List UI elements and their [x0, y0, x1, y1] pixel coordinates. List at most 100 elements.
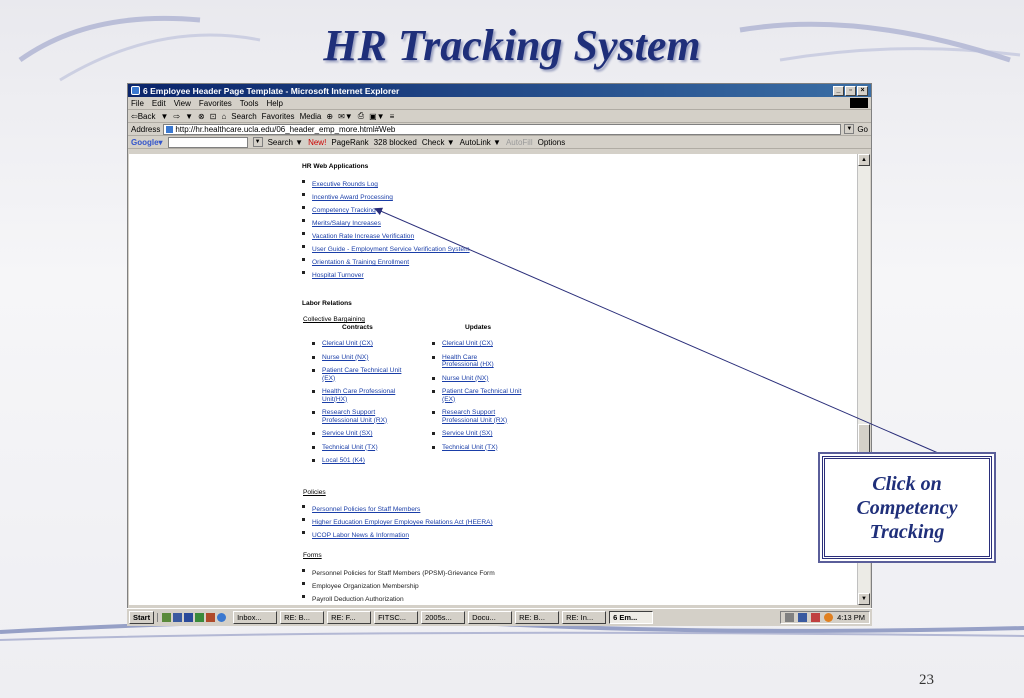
taskbar-item[interactable]: RE: In...: [562, 611, 607, 624]
taskbar-item[interactable]: Docu...: [468, 611, 513, 624]
refresh-icon[interactable]: ⊡: [210, 112, 217, 121]
list-item[interactable]: Executive Rounds Log: [300, 178, 470, 191]
menu-file[interactable]: File: [131, 99, 144, 108]
list-item[interactable]: Personnel Policies for Staff Members (PP…: [300, 567, 495, 580]
menu-view[interactable]: View: [174, 99, 191, 108]
list-item[interactable]: Vacation Rate Increase Verification: [300, 230, 470, 243]
favorites-button[interactable]: Favorites: [262, 112, 295, 121]
google-search-button[interactable]: Search ▼: [268, 138, 304, 147]
form-item[interactable]: Personnel Policies for Staff Members (PP…: [312, 570, 495, 577]
search-button[interactable]: Search: [231, 112, 256, 121]
list-item[interactable]: Research Support Professional Unit (RX): [430, 409, 540, 424]
list-item[interactable]: Competency Tracking: [300, 204, 470, 217]
quick-launch-icon[interactable]: [206, 613, 216, 622]
list-item[interactable]: Nurse Unit (NX): [430, 375, 540, 383]
address-dropdown-icon[interactable]: ▼: [844, 124, 855, 134]
list-item[interactable]: Personnel Policies for Staff Members: [300, 503, 493, 516]
link-hospital-turnover[interactable]: Hospital Turnover: [312, 272, 364, 279]
contract-link[interactable]: Health Care Professional Unit(HX): [322, 388, 400, 403]
link-executive-rounds[interactable]: Executive Rounds Log: [312, 181, 378, 188]
pagerank-indicator[interactable]: PageRank: [331, 138, 368, 147]
quick-launch-icon[interactable]: [173, 613, 183, 622]
list-item[interactable]: Patient Care Technical Unit (EX): [430, 388, 540, 403]
list-item[interactable]: Clerical Unit (CX): [310, 340, 420, 348]
back-button[interactable]: ⇦Back: [131, 112, 156, 121]
link-orientation[interactable]: Orientation & Training Enrollment: [312, 259, 409, 266]
stop-icon[interactable]: ⊗: [198, 112, 205, 121]
quick-launch-icon[interactable]: [184, 613, 194, 622]
contract-link[interactable]: Service Unit (SX): [322, 430, 373, 437]
list-item[interactable]: Technical Unit (TX): [310, 444, 420, 452]
policy-link[interactable]: Higher Education Employer Employee Relat…: [312, 519, 493, 526]
minimize-button[interactable]: _: [833, 85, 844, 96]
list-item[interactable]: Orientation & Training Enrollment: [300, 256, 470, 269]
google-search-input[interactable]: [167, 136, 248, 148]
list-item[interactable]: Nurse Unit (NX): [310, 354, 420, 362]
autofill-button[interactable]: AutoFill: [506, 138, 533, 147]
contract-link[interactable]: Technical Unit (TX): [322, 444, 378, 451]
restore-button[interactable]: ▫: [845, 85, 856, 96]
list-item[interactable]: Health Care Professional (HX): [430, 354, 540, 369]
list-item[interactable]: Health Care Professional Unit(HX): [310, 388, 420, 403]
policy-link[interactable]: Personnel Policies for Staff Members: [312, 506, 420, 513]
list-item[interactable]: Incentive Award Processing: [300, 191, 470, 204]
link-vacation-rate[interactable]: Vacation Rate Increase Verification: [312, 233, 414, 240]
quick-launch-icon[interactable]: [162, 613, 172, 622]
contract-link[interactable]: Research Support Professional Unit (RX): [322, 409, 402, 424]
mail-icon[interactable]: ✉▼: [338, 112, 353, 121]
policy-link[interactable]: UCOP Labor News & Information: [312, 532, 409, 539]
list-item[interactable]: Technical Unit (TX): [430, 444, 540, 452]
taskbar-item[interactable]: RE: B...: [515, 611, 560, 624]
contract-link[interactable]: Clerical Unit (CX): [322, 340, 373, 347]
list-item[interactable]: Service Unit (SX): [430, 430, 540, 438]
window-titlebar[interactable]: 6 Employee Header Page Template - Micros…: [128, 84, 871, 97]
options-button[interactable]: Options: [538, 138, 566, 147]
forward-button[interactable]: ⇨: [173, 112, 180, 121]
list-item[interactable]: Patient Care Technical Unit (EX): [310, 367, 420, 382]
list-item[interactable]: User Guide - Employment Service Verifica…: [300, 243, 470, 256]
menu-edit[interactable]: Edit: [152, 99, 166, 108]
quick-launch-icon[interactable]: [195, 613, 205, 622]
home-icon[interactable]: ⌂: [221, 112, 226, 121]
history-icon[interactable]: ⊕: [326, 112, 333, 121]
list-item[interactable]: Higher Education Employer Employee Relat…: [300, 516, 493, 529]
update-link[interactable]: Service Unit (SX): [442, 430, 493, 437]
list-item[interactable]: Hospital Turnover: [300, 269, 470, 282]
print-icon[interactable]: ⎙: [358, 111, 364, 121]
list-item[interactable]: Local 501 (K4): [310, 457, 420, 465]
update-link[interactable]: Nurse Unit (NX): [442, 375, 489, 382]
menu-help[interactable]: Help: [266, 99, 282, 108]
tray-app-icon[interactable]: [824, 613, 834, 622]
list-item[interactable]: UCOP Labor News & Information: [300, 529, 493, 542]
link-merits-salary[interactable]: Merits/Salary Increases: [312, 220, 381, 227]
update-link[interactable]: Research Support Professional Unit (RX): [442, 409, 522, 424]
taskbar-item[interactable]: RE: F...: [327, 611, 372, 624]
volume-icon[interactable]: [785, 613, 795, 622]
scroll-up-icon[interactable]: ▲: [858, 154, 870, 166]
form-item[interactable]: Employee Organization Membership: [312, 583, 419, 590]
contract-link[interactable]: Patient Care Technical Unit (EX): [322, 367, 402, 382]
list-item[interactable]: Service Unit (SX): [310, 430, 420, 438]
menu-favorites[interactable]: Favorites: [199, 99, 232, 108]
menu-tools[interactable]: Tools: [240, 99, 259, 108]
taskbar-item-active[interactable]: 6 Em...: [609, 611, 654, 624]
close-button[interactable]: ×: [857, 85, 868, 96]
link-user-guide[interactable]: User Guide - Employment Service Verifica…: [312, 246, 470, 253]
list-item[interactable]: Employee Organization Membership: [300, 580, 495, 593]
autolink-button[interactable]: AutoLink ▼: [460, 138, 501, 147]
contract-link[interactable]: Nurse Unit (NX): [322, 354, 369, 361]
form-item[interactable]: Payroll Deduction Authorization: [312, 596, 404, 603]
list-item[interactable]: Payroll Deduction Authorization: [300, 593, 495, 605]
forward-dropdown-icon[interactable]: ▼: [185, 112, 193, 121]
update-link[interactable]: Patient Care Technical Unit (EX): [442, 388, 522, 403]
edit-icon[interactable]: ▣▼: [369, 112, 384, 121]
spell-check-button[interactable]: Check ▼: [422, 138, 455, 147]
update-link[interactable]: Technical Unit (TX): [442, 444, 498, 451]
update-link[interactable]: Health Care Professional (HX): [442, 354, 512, 369]
list-item[interactable]: Clerical Unit (CX): [430, 340, 540, 348]
google-dropdown-icon[interactable]: ▼: [252, 137, 263, 147]
taskbar-item[interactable]: RE: B...: [280, 611, 325, 624]
list-item[interactable]: Merits/Salary Increases: [300, 217, 470, 230]
back-dropdown-icon[interactable]: ▼: [161, 112, 169, 121]
quick-launch-icon[interactable]: [217, 613, 227, 622]
